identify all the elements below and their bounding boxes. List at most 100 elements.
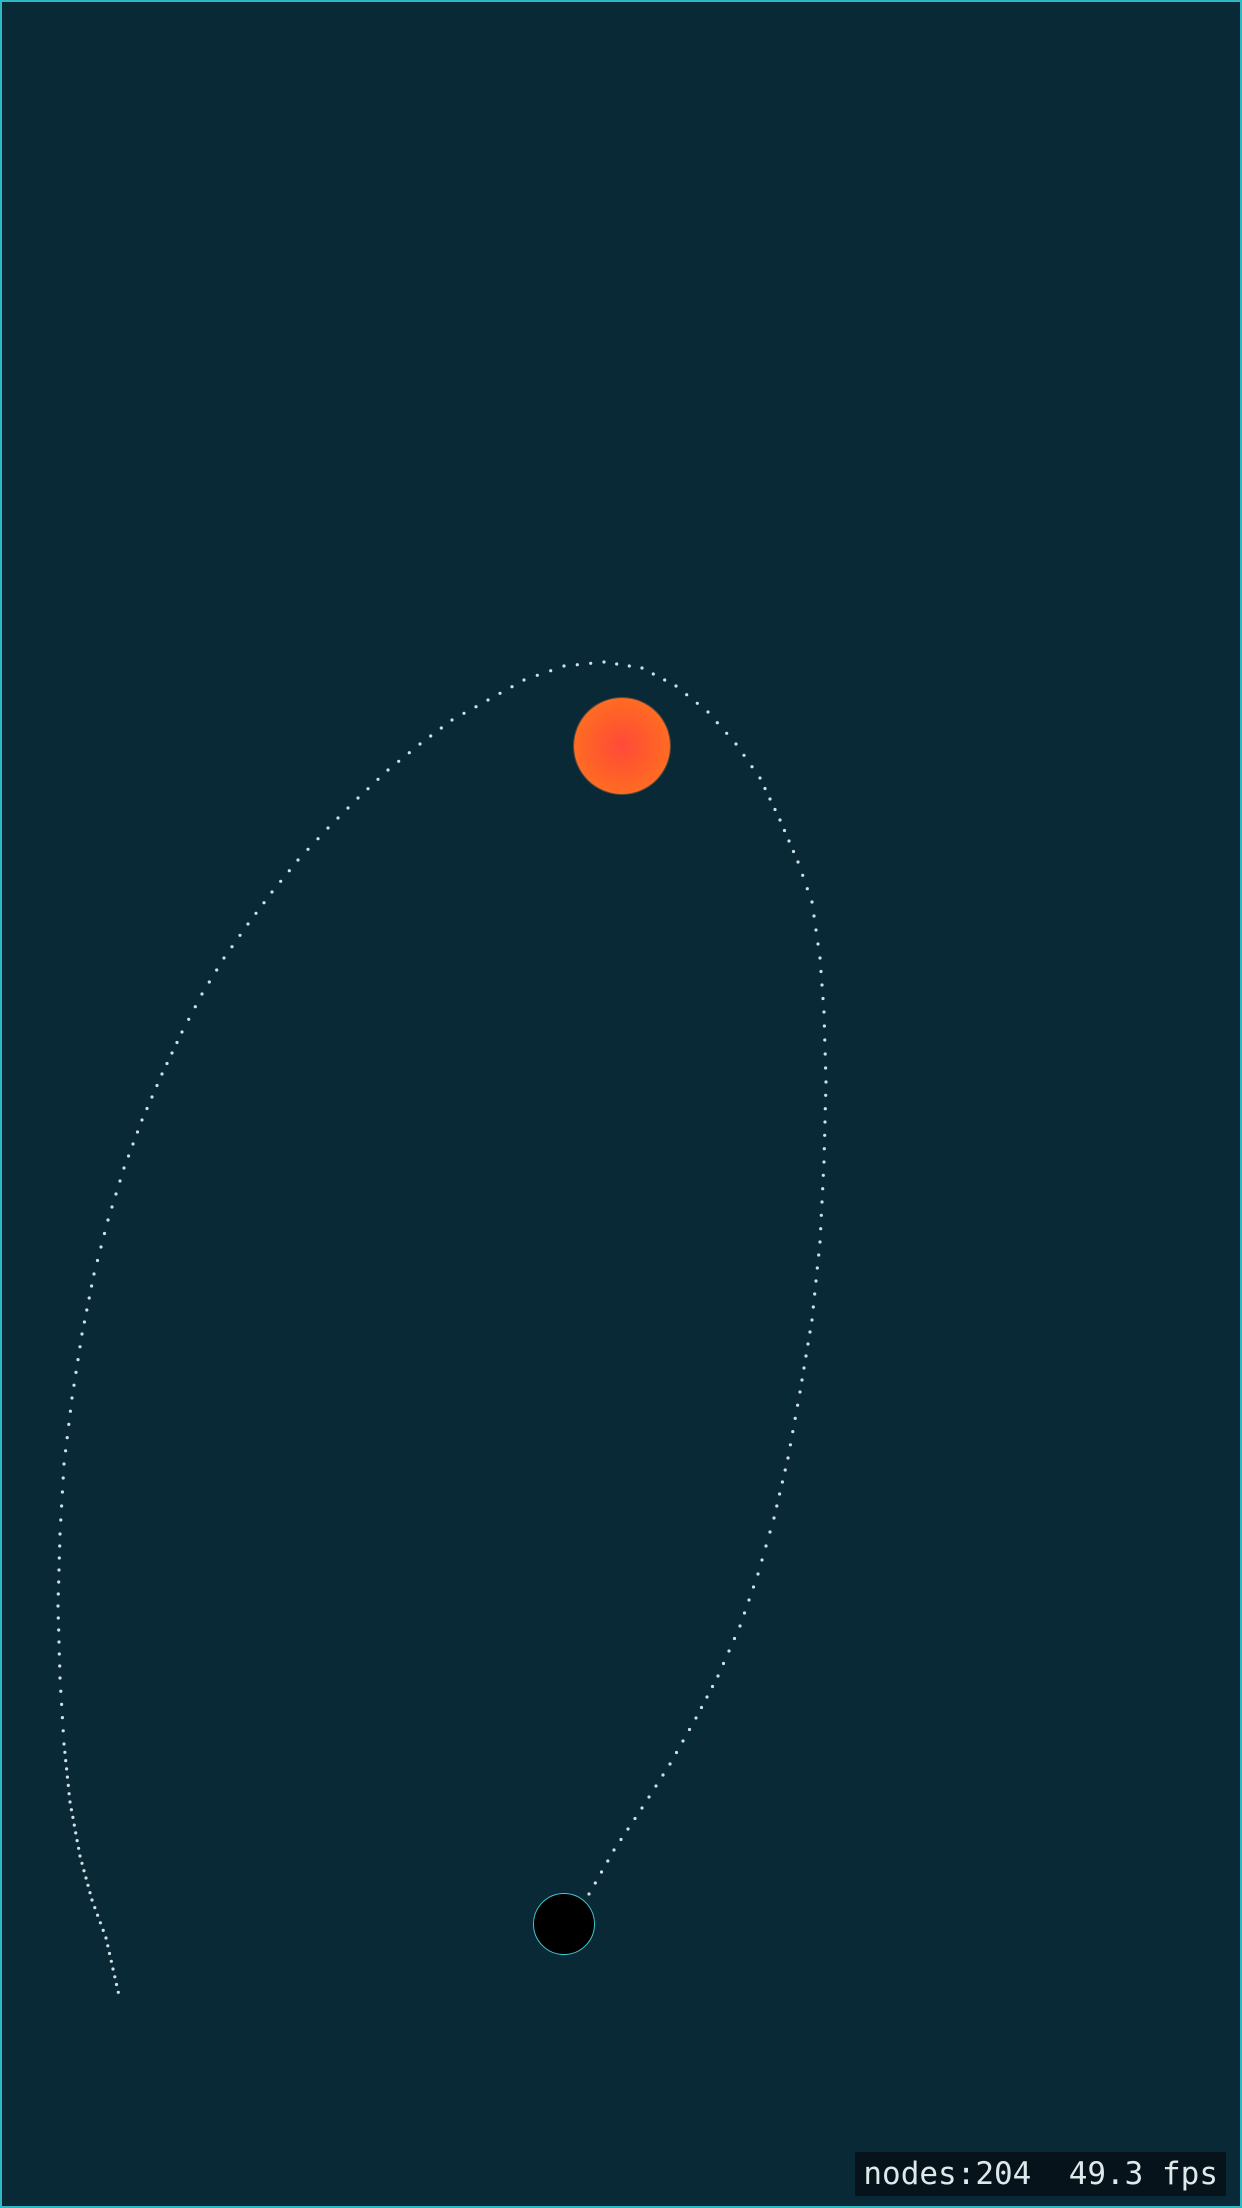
fps-readout: 49.3 fps bbox=[1068, 2156, 1218, 2192]
trail-node bbox=[815, 1266, 819, 1270]
trail-node bbox=[56, 1592, 60, 1596]
trail-node bbox=[820, 983, 824, 987]
trail-node bbox=[65, 1436, 69, 1440]
trail-node bbox=[811, 1305, 815, 1309]
trail-node bbox=[131, 1142, 135, 1146]
trail-node bbox=[270, 890, 274, 894]
trail-node bbox=[814, 1279, 818, 1283]
trail-node bbox=[85, 1308, 89, 1312]
trail-node bbox=[796, 860, 800, 864]
trail-node bbox=[57, 1580, 61, 1584]
trail-node bbox=[818, 956, 822, 960]
trail-node bbox=[772, 1516, 776, 1520]
trail-node bbox=[87, 1296, 91, 1300]
trail-node bbox=[90, 1898, 94, 1902]
trail-node bbox=[145, 1106, 149, 1111]
trail-node bbox=[65, 1775, 69, 1779]
trail-node bbox=[306, 847, 310, 851]
trail-node bbox=[821, 1173, 825, 1177]
trail-node bbox=[619, 1837, 623, 1842]
trail-node bbox=[710, 1684, 715, 1689]
sun-body bbox=[574, 698, 670, 794]
trail-node bbox=[738, 1624, 742, 1628]
trail-node bbox=[69, 1808, 73, 1812]
trail-node bbox=[101, 1928, 105, 1932]
trail-node bbox=[98, 1921, 102, 1925]
trail-node bbox=[823, 1133, 827, 1137]
trail-node bbox=[254, 911, 258, 915]
trail-node bbox=[699, 1705, 704, 1710]
trail-node bbox=[587, 1892, 591, 1896]
trail-node bbox=[687, 1727, 692, 1732]
trail-node bbox=[155, 1083, 159, 1088]
trail-node bbox=[215, 968, 219, 972]
trail-node bbox=[822, 1024, 827, 1028]
trail-node bbox=[716, 1674, 720, 1678]
trail-node bbox=[615, 662, 619, 666]
trail-node bbox=[802, 1366, 806, 1370]
stats-readout: nodes:204 49.3 fps bbox=[855, 2152, 1226, 2196]
trail-node bbox=[756, 1572, 760, 1576]
trail-node bbox=[80, 1861, 84, 1865]
trail-node bbox=[170, 1051, 174, 1055]
trail-node bbox=[316, 837, 320, 841]
trail-node bbox=[397, 759, 401, 763]
trail-node bbox=[82, 1320, 86, 1324]
trail-node bbox=[68, 1409, 72, 1413]
trail-node bbox=[742, 1611, 747, 1615]
trail-node bbox=[165, 1061, 169, 1066]
trail-node bbox=[102, 1231, 107, 1236]
trail-node bbox=[823, 1052, 827, 1056]
trail-node bbox=[116, 1990, 120, 1994]
trail-node bbox=[77, 1846, 81, 1850]
trail-node bbox=[74, 1370, 78, 1374]
trail-node bbox=[76, 1358, 80, 1362]
trail-node bbox=[58, 1664, 62, 1668]
trail-node bbox=[160, 1072, 164, 1076]
trail-node bbox=[819, 1213, 823, 1217]
trail-node bbox=[783, 1468, 787, 1472]
trail-node bbox=[57, 1568, 61, 1572]
planet-body[interactable] bbox=[533, 1893, 595, 1955]
trail-node bbox=[626, 1827, 630, 1831]
trail-node bbox=[230, 945, 234, 949]
trail-node bbox=[819, 1227, 823, 1231]
trail-node bbox=[486, 698, 490, 702]
trail-node bbox=[429, 734, 433, 738]
game-canvas[interactable]: nodes:204 49.3 fps bbox=[0, 0, 1242, 2208]
trail-node bbox=[721, 1661, 726, 1666]
trail-node bbox=[418, 742, 422, 746]
trail-node bbox=[72, 1823, 76, 1827]
trail-node bbox=[222, 956, 226, 960]
trail-node bbox=[663, 678, 667, 682]
trail-node bbox=[175, 1040, 179, 1045]
trail-node bbox=[126, 1154, 131, 1158]
trail-node bbox=[668, 1762, 672, 1766]
trail-node bbox=[57, 1628, 61, 1632]
trail-node bbox=[107, 1951, 112, 1956]
trail-node bbox=[246, 922, 250, 926]
trail-node bbox=[450, 718, 454, 722]
trail-node bbox=[356, 796, 360, 800]
trail-node bbox=[747, 1598, 751, 1602]
trail-node bbox=[814, 928, 818, 932]
trail-node bbox=[262, 901, 266, 905]
trail-node bbox=[633, 1816, 637, 1821]
trail-node bbox=[106, 1218, 110, 1222]
trail-node bbox=[575, 663, 579, 667]
trail-node bbox=[822, 1160, 826, 1164]
trail-node bbox=[694, 1716, 698, 1720]
trail-node bbox=[386, 768, 390, 772]
trail-node bbox=[90, 1284, 94, 1288]
trail-node bbox=[366, 787, 370, 791]
trail-node bbox=[823, 1107, 827, 1111]
trail-node bbox=[791, 849, 796, 854]
trail-node bbox=[122, 1166, 126, 1170]
trail-node bbox=[104, 1936, 108, 1940]
trail-node bbox=[750, 765, 754, 769]
trail-node bbox=[804, 1354, 808, 1358]
trail-node bbox=[654, 1784, 658, 1788]
trail-node bbox=[62, 1742, 66, 1746]
trail-node bbox=[715, 721, 719, 725]
trail-node bbox=[60, 1702, 64, 1706]
